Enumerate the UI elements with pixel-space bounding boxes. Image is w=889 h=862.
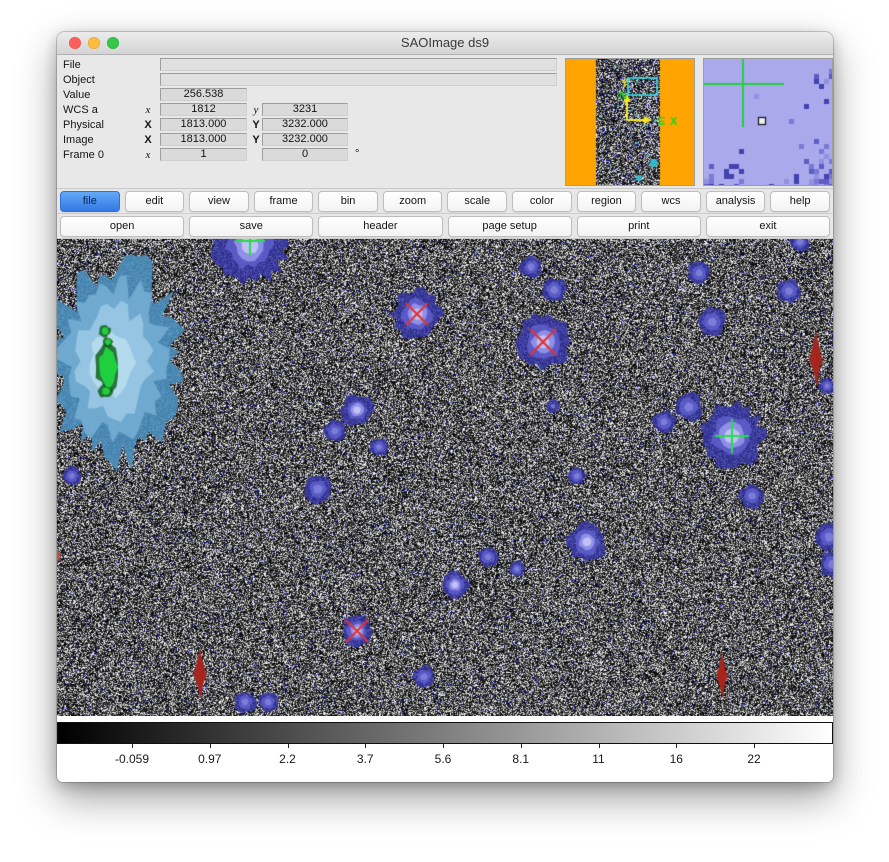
menu-button-analysis[interactable]: analysis <box>706 191 766 212</box>
colorbar-tick <box>132 744 133 748</box>
zoom-button[interactable] <box>107 37 119 49</box>
colorbar-tick <box>754 744 755 748</box>
degree-symbol: ° <box>355 148 359 160</box>
close-button[interactable] <box>69 37 81 49</box>
colorbar-tick <box>210 744 211 748</box>
file-button-header[interactable]: header <box>318 216 442 237</box>
physical-x-label: X <box>141 119 155 131</box>
value-field: 256.538 <box>160 88 247 101</box>
titlebar[interactable]: SAOImage ds9 <box>57 32 833 55</box>
colorbar-tick-label: 8.1 <box>512 752 529 766</box>
file-button-save[interactable]: save <box>189 216 313 237</box>
physical-x-field: 1813.000 <box>160 118 247 131</box>
colorbar-tick-label: 3.7 <box>357 752 374 766</box>
colorbar-tick <box>365 744 366 748</box>
object-label: Object <box>63 74 95 86</box>
colorbar-tick <box>599 744 600 748</box>
ds9-window: SAOImage ds9 File Object Value WCS a Phy… <box>57 32 833 782</box>
physical-label: Physical <box>63 119 104 131</box>
panner-frame <box>565 58 695 186</box>
menu-button-scale[interactable]: scale <box>447 191 507 212</box>
traffic-lights <box>69 37 119 49</box>
value-label: Value <box>63 89 90 101</box>
menu-button-view[interactable]: view <box>189 191 249 212</box>
image-y-field: 3232.000 <box>262 133 348 146</box>
image-area <box>57 239 833 716</box>
desktop: SAOImage ds9 File Object Value WCS a Phy… <box>0 0 889 862</box>
minimize-button[interactable] <box>88 37 100 49</box>
colorbar-tick-label: 16 <box>670 752 683 766</box>
wcs-x-label: x <box>141 104 155 116</box>
colorbar-tick <box>676 744 677 748</box>
wcs-y-field: 3231 <box>262 103 348 116</box>
colorbar-tick <box>288 744 289 748</box>
file-button-page-setup[interactable]: page setup <box>448 216 572 237</box>
colorbar-tick-label: 0.97 <box>198 752 221 766</box>
colorbar-gradient[interactable] <box>57 722 833 744</box>
menu-button-region[interactable]: region <box>577 191 637 212</box>
file-button-exit[interactable]: exit <box>706 216 830 237</box>
colorbar-tick-label: -0.059 <box>115 752 149 766</box>
frame-label: Frame 0 <box>63 149 104 161</box>
menu-button-zoom[interactable]: zoom <box>383 191 443 212</box>
image-y-label: Y <box>249 134 263 146</box>
file-label: File <box>63 59 81 71</box>
wcs-x-field: 1812 <box>160 103 247 116</box>
file-button-open[interactable]: open <box>60 216 184 237</box>
info-panel: File Object Value WCS a Physical Image F… <box>57 55 833 189</box>
frame-zoom-field: 1 <box>160 148 247 161</box>
colorbar-tick-label: 11 <box>592 752 604 766</box>
magnifier-frame <box>703 58 833 186</box>
file-button-print[interactable]: print <box>577 216 701 237</box>
window-title: SAOImage ds9 <box>57 32 833 54</box>
menu-button-file[interactable]: file <box>60 191 120 212</box>
file-field <box>160 58 557 71</box>
frame-rotation-field: 0 <box>262 148 348 161</box>
colorbar-tick-label: 2.2 <box>279 752 296 766</box>
menu-button-color[interactable]: color <box>512 191 572 212</box>
physical-y-label: Y <box>249 119 263 131</box>
frame-x-label: x <box>141 149 155 161</box>
colorbar-tick <box>443 744 444 748</box>
magnifier-canvas[interactable] <box>704 59 832 185</box>
menu-button-edit[interactable]: edit <box>125 191 185 212</box>
menu-button-wcs[interactable]: wcs <box>641 191 701 212</box>
menu-button-frame[interactable]: frame <box>254 191 314 212</box>
panner-canvas[interactable] <box>566 59 694 185</box>
menu-button-bin[interactable]: bin <box>318 191 378 212</box>
object-field <box>160 73 557 86</box>
image-x-field: 1813.000 <box>160 133 247 146</box>
image-label: Image <box>63 134 94 146</box>
colorbar-section: -0.059 0.97 2.2 3.7 5.6 8.1 11 16 22 <box>57 716 833 782</box>
physical-y-field: 3232.000 <box>262 118 348 131</box>
image-canvas[interactable] <box>57 239 833 716</box>
menu-row: fileeditviewframebinzoomscalecolorregion… <box>57 189 833 214</box>
menu-button-help[interactable]: help <box>770 191 830 212</box>
colorbar-tick <box>521 744 522 748</box>
colorbar-tick-label: 5.6 <box>435 752 452 766</box>
colorbar-tick-label: 22 <box>747 752 760 766</box>
file-actions-row: opensaveheader page setupprintexit <box>57 214 833 239</box>
wcs-y-label: y <box>249 104 263 116</box>
wcs-label: WCS a <box>63 104 98 116</box>
image-x-label: X <box>141 134 155 146</box>
